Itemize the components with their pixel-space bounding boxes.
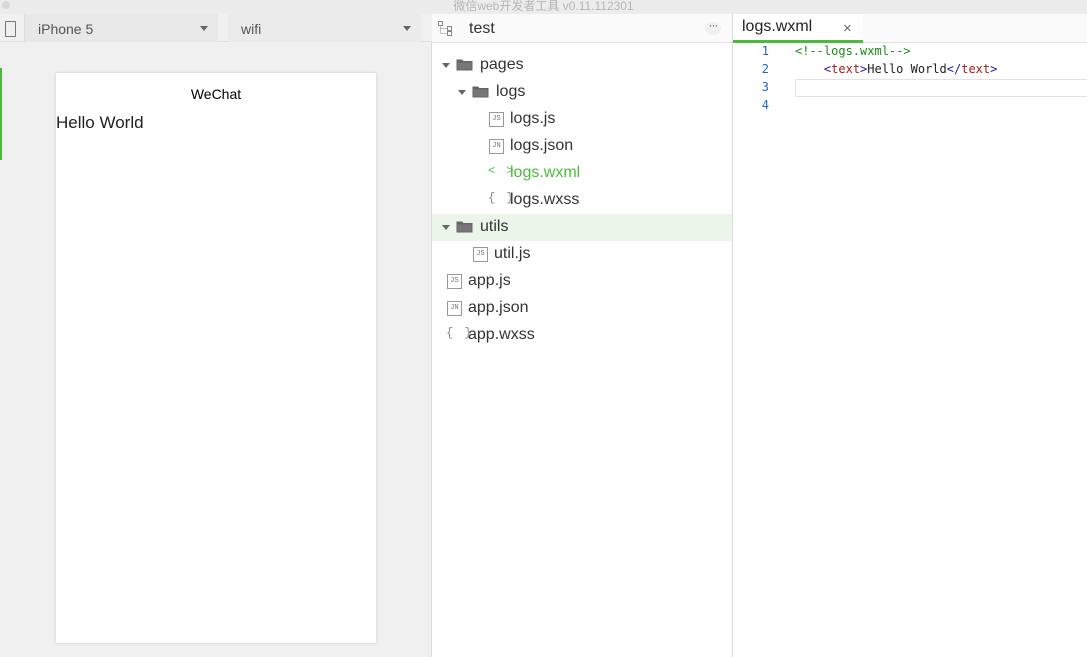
tree-structure-icon[interactable] bbox=[438, 21, 452, 36]
code-line[interactable]: 4 bbox=[733, 97, 1087, 115]
json-file-icon: JN bbox=[489, 139, 504, 154]
line-source: <text>Hello World</text> bbox=[795, 62, 997, 76]
phone-content-text: Hello World bbox=[56, 113, 144, 132]
tree-item-label: app.js bbox=[468, 272, 511, 289]
line-number: 1 bbox=[761, 44, 769, 58]
tree-folder-pages[interactable]: pages bbox=[432, 52, 732, 79]
phone-icon[interactable] bbox=[5, 21, 16, 37]
tree-file-app-json[interactable]: JN app.json bbox=[432, 295, 732, 322]
window-title-bar: 微信web开发者工具 v0.11.112301 bbox=[0, 0, 1087, 14]
file-tree-header: test ··· bbox=[432, 14, 732, 43]
tree-file-logs-wxml[interactable]: < > logs.wxml bbox=[432, 160, 732, 187]
chevron-down-icon bbox=[200, 26, 208, 31]
close-icon[interactable]: × bbox=[843, 20, 852, 37]
editor-tab-bar: logs.wxml × bbox=[733, 14, 1087, 43]
code-bracket: </ bbox=[946, 62, 962, 76]
tree-file-logs-js[interactable]: JS logs.js bbox=[432, 106, 732, 133]
json-file-icon: JN bbox=[447, 301, 462, 316]
tree-file-app-js[interactable]: JS app.js bbox=[432, 268, 732, 295]
tab-label: logs.wxml bbox=[742, 18, 813, 35]
phone-screen[interactable]: WeChat Hello World bbox=[56, 73, 376, 643]
device-select-value: iPhone 5 bbox=[38, 21, 94, 37]
tree-item-label: pages bbox=[480, 56, 524, 73]
phone-nav-title: WeChat bbox=[190, 86, 242, 102]
file-tree-panel: test ··· pages logs JS logs.js JN logs.j… bbox=[432, 14, 733, 657]
simulator-toolbar: iPhone 5 wifi bbox=[0, 14, 432, 42]
active-indicator bbox=[0, 68, 2, 160]
tree-file-util-js[interactable]: JS util.js bbox=[432, 241, 732, 268]
code-line-current[interactable]: 3 bbox=[733, 79, 1087, 97]
code-tag-name: text bbox=[961, 62, 991, 76]
tree-file-logs-json[interactable]: JN logs.json bbox=[432, 133, 732, 160]
tree-item-label: logs bbox=[496, 83, 526, 100]
chevron-down-icon[interactable] bbox=[442, 225, 450, 230]
chevron-down-icon bbox=[403, 26, 411, 31]
device-select[interactable]: iPhone 5 bbox=[25, 14, 218, 42]
code-comment: <!--logs.wxml--> bbox=[795, 44, 911, 58]
chevron-down-icon[interactable] bbox=[458, 90, 466, 95]
line-source: <!--logs.wxml--> bbox=[795, 44, 911, 58]
line-number: 4 bbox=[761, 98, 769, 112]
tree-item-label: logs.wxss bbox=[510, 191, 580, 208]
chevron-down-icon[interactable] bbox=[442, 63, 450, 68]
code-line[interactable]: 1 <!--logs.wxml--> bbox=[733, 43, 1087, 61]
network-select-value: wifi bbox=[241, 21, 262, 37]
js-file-icon: JS bbox=[473, 247, 488, 262]
line-number: 2 bbox=[761, 62, 769, 76]
tree-item-label: logs.json bbox=[510, 137, 574, 154]
tree-item-label: util.js bbox=[494, 245, 531, 262]
simulator-panel: iPhone 5 wifi WeChat Hello World bbox=[0, 14, 432, 657]
tree-item-label: logs.wxml bbox=[510, 164, 581, 181]
tree-folder-utils[interactable]: utils bbox=[432, 214, 732, 241]
js-file-icon: JS bbox=[447, 274, 462, 289]
tree-item-label: app.wxss bbox=[468, 326, 535, 343]
tree-folder-logs[interactable]: logs bbox=[432, 79, 732, 106]
window-close-dot[interactable] bbox=[2, 1, 10, 9]
folder-icon bbox=[456, 59, 473, 71]
tree-file-app-wxss[interactable]: { } app.wxss bbox=[432, 322, 732, 349]
folder-icon bbox=[456, 221, 473, 233]
code-bracket: > bbox=[990, 62, 998, 76]
window-title: 微信web开发者工具 v0.11.112301 bbox=[453, 0, 634, 13]
code-text: Hello World bbox=[867, 62, 947, 76]
project-name: test bbox=[469, 20, 495, 37]
line-number: 3 bbox=[761, 80, 769, 94]
tree-file-logs-wxss[interactable]: { } logs.wxss bbox=[432, 187, 732, 214]
more-options-icon[interactable]: ··· bbox=[705, 19, 721, 35]
editor-panel: logs.wxml × 1 <!--logs.wxml--> 2 <text>H… bbox=[733, 14, 1087, 657]
folder-icon bbox=[472, 86, 489, 98]
network-select[interactable]: wifi bbox=[228, 14, 421, 42]
code-line[interactable]: 2 <text>Hello World</text> bbox=[733, 61, 1087, 79]
current-line-highlight bbox=[795, 79, 1087, 97]
tree-item-label: logs.js bbox=[510, 110, 556, 127]
js-file-icon: JS bbox=[489, 112, 504, 127]
tree-item-label: app.json bbox=[468, 299, 529, 316]
code-tag-name: text bbox=[831, 62, 861, 76]
tree-item-label: utils bbox=[480, 218, 509, 235]
tab-logs-wxml[interactable]: logs.wxml × bbox=[733, 14, 863, 43]
